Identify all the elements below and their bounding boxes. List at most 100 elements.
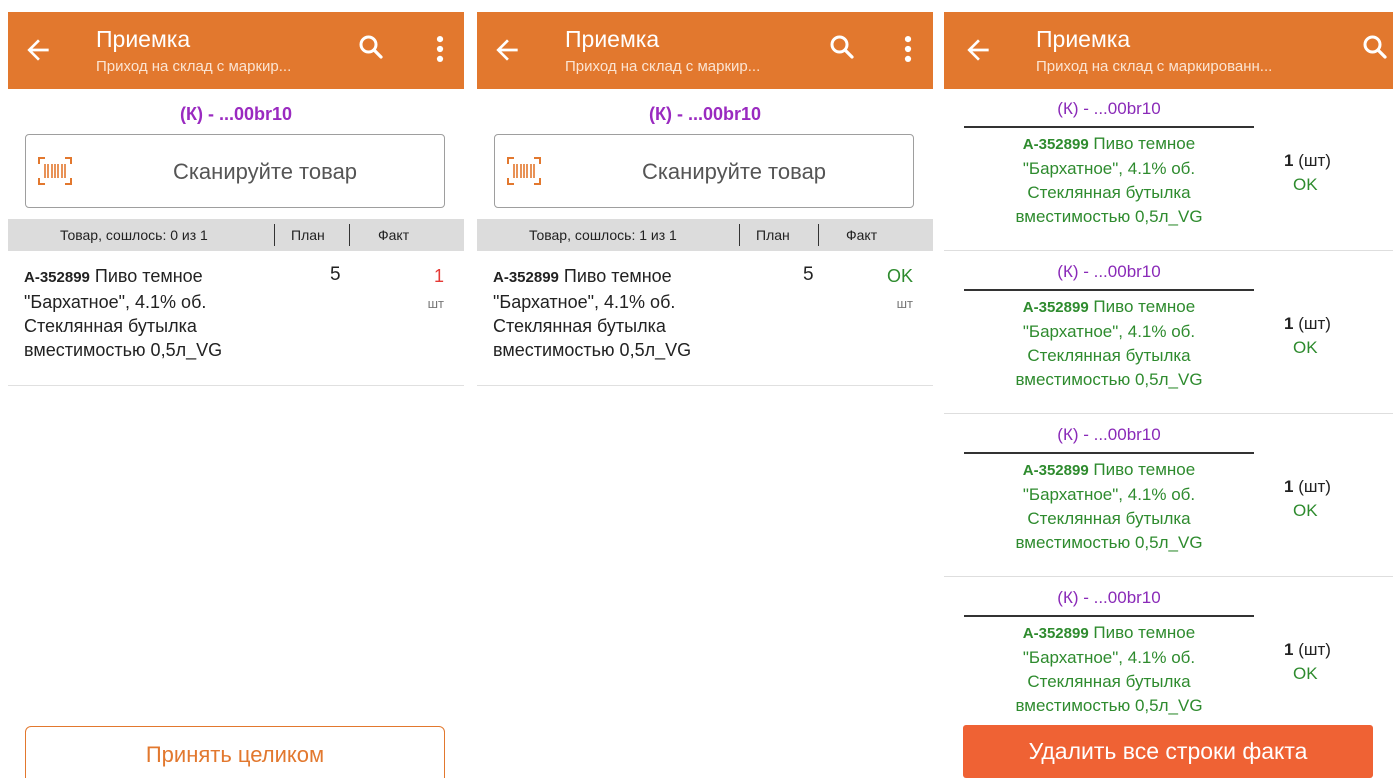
app-bar: Приемка Приход на склад с маркир...	[477, 12, 933, 89]
product-name-line: Пиво темное	[1093, 297, 1196, 316]
app-bar-title: Приемка	[96, 26, 191, 52]
quantity-value: 1	[1284, 477, 1294, 496]
more-vert-icon[interactable]	[898, 32, 918, 66]
unit-label: шт	[427, 296, 444, 311]
quantity-unit: (шт)	[1298, 477, 1331, 496]
app-bar-subtitle: Приход на склад с маркированн...	[1036, 58, 1273, 75]
product-code: А-352899	[1022, 299, 1089, 316]
product-name-line: вместимостью 0,5л_VG	[1015, 207, 1203, 226]
quantity-value: 1	[1284, 151, 1294, 170]
product-description: А-352899 Пиво темное "Бархатное", 4.1% о…	[493, 264, 763, 362]
product-name-line: "Бархатное", 4.1% об.	[493, 292, 676, 312]
arrow-left-icon[interactable]	[22, 34, 54, 66]
product-name-line: вместимостью 0,5л_VG	[1015, 533, 1203, 552]
plan-value: 5	[330, 264, 341, 285]
fact-line-item[interactable]: (К) - ...00br10 А-352899 Пиво темное "Ба…	[944, 252, 1393, 414]
product-description: А-352899 Пиво темное "Бархатное", 4.1% о…	[964, 295, 1254, 392]
product-name-line: "Бархатное", 4.1% об.	[1022, 485, 1196, 504]
fact-column-header: Факт	[846, 227, 878, 243]
app-bar-subtitle: Приход на склад с маркир...	[96, 58, 292, 75]
search-icon[interactable]	[356, 32, 386, 62]
screen-fact-lines: Приемка Приход на склад с маркированн...…	[944, 12, 1393, 778]
product-description: А-352899 Пиво темное "Бархатное", 4.1% о…	[964, 458, 1254, 555]
quantity-value: 1	[1284, 314, 1294, 333]
screen-receiving-initial: Приемка Приход на склад с маркир... (К) …	[8, 12, 464, 778]
marking-code: (К) - ...00br10	[1057, 262, 1161, 281]
search-icon[interactable]	[1360, 32, 1390, 62]
product-name-line: Стеклянная бутылка	[1027, 183, 1191, 202]
delete-all-fact-lines-button[interactable]: Удалить все строки факта	[963, 725, 1373, 778]
scan-product-field[interactable]: Сканируйте товар	[494, 134, 914, 208]
table-header: Товар, сошлось: 1 из 1 План Факт	[477, 219, 933, 251]
fact-line-item[interactable]: (К) - ...00br10 А-352899 Пиво темное "Ба…	[944, 415, 1393, 577]
plan-column-header: План	[756, 227, 790, 243]
product-description: А-352899 Пиво темное "Бархатное", 4.1% о…	[964, 621, 1254, 718]
quantity: 1 (шт)	[1284, 640, 1331, 660]
quantity: 1 (шт)	[1284, 314, 1331, 334]
table-row[interactable]: А-352899 Пиво темное "Бархатное", 4.1% о…	[477, 264, 933, 386]
arrow-left-icon[interactable]	[962, 34, 994, 66]
product-name-line: вместимостью 0,5л_VG	[1015, 696, 1203, 715]
column-divider	[739, 224, 740, 246]
accept-all-button[interactable]: Принять целиком	[25, 726, 445, 778]
product-name-line: Стеклянная бутылка	[24, 316, 197, 336]
marking-code: (К) - ...00br10	[1057, 425, 1161, 444]
divider	[964, 289, 1254, 291]
scan-placeholder: Сканируйте товар	[172, 159, 358, 184]
search-icon[interactable]	[827, 32, 857, 62]
product-name-line: вместимостью 0,5л_VG	[1015, 370, 1203, 389]
table-row[interactable]: А-352899 Пиво темное "Бархатное", 4.1% о…	[8, 264, 464, 386]
plan-value: 5	[803, 264, 814, 285]
divider	[964, 615, 1254, 617]
app-bar: Приемка Приход на склад с маркированн...	[944, 12, 1393, 89]
quantity: 1 (шт)	[1284, 151, 1331, 171]
quantity-unit: (шт)	[1298, 151, 1331, 170]
divider	[964, 126, 1254, 128]
quantity: 1 (шт)	[1284, 477, 1331, 497]
status-ok: OK	[1293, 501, 1318, 520]
fact-line-item[interactable]: (К) - ...00br10 А-352899 Пиво темное "Ба…	[944, 578, 1393, 740]
fact-value: OK	[886, 266, 913, 286]
product-name-line: "Бархатное", 4.1% об.	[1022, 322, 1196, 341]
product-name-line: Стеклянная бутылка	[493, 316, 666, 336]
document-code: (К) - ...00br10	[648, 104, 762, 124]
arrow-left-icon[interactable]	[491, 34, 523, 66]
product-code: А-352899	[1022, 136, 1089, 153]
scan-product-field[interactable]: Сканируйте товар	[25, 134, 445, 208]
fact-value: 1	[433, 266, 444, 286]
app-bar-title: Приемка	[1036, 26, 1131, 52]
product-name-line: вместимостью 0,5л_VG	[24, 340, 223, 360]
product-name-line: Стеклянная бутылка	[1027, 346, 1191, 365]
product-name-line: "Бархатное", 4.1% об.	[24, 292, 207, 312]
product-name-line: Пиво темное	[1093, 460, 1196, 479]
column-divider	[818, 224, 819, 246]
table-header: Товар, сошлось: 0 из 1 План Факт	[8, 219, 464, 251]
unit-label: шт	[896, 296, 913, 311]
product-description: А-352899 Пиво темное "Бархатное", 4.1% о…	[24, 264, 294, 362]
barcode-scan-icon	[507, 157, 541, 185]
goods-column-header: Товар, сошлось: 0 из 1	[60, 227, 208, 243]
quantity-value: 1	[1284, 640, 1294, 659]
scan-placeholder: Сканируйте товар	[641, 159, 827, 184]
status-ok: OK	[1293, 175, 1318, 194]
product-code: А-352899	[1022, 462, 1089, 479]
product-name-line: "Бархатное", 4.1% об.	[1022, 648, 1196, 667]
product-code: А-352899	[1022, 625, 1089, 642]
barcode-scan-icon	[38, 157, 72, 185]
product-name-line: "Бархатное", 4.1% об.	[1022, 159, 1196, 178]
product-name-line: Пиво темное	[1093, 134, 1196, 153]
product-name-line: Пиво темное	[94, 266, 203, 286]
product-code: А-352899	[493, 269, 559, 286]
screen-receiving-matched: Приемка Приход на склад с маркир... (К) …	[477, 12, 933, 778]
column-divider	[274, 224, 275, 246]
marking-code: (К) - ...00br10	[1057, 588, 1161, 607]
product-name-line: Пиво темное	[563, 266, 672, 286]
app-bar: Приемка Приход на склад с маркир...	[8, 12, 464, 89]
app-bar-title: Приемка	[565, 26, 660, 52]
more-vert-icon[interactable]	[430, 32, 450, 66]
divider	[964, 452, 1254, 454]
fact-line-item[interactable]: (К) - ...00br10 А-352899 Пиво темное "Ба…	[944, 89, 1393, 251]
product-name-line: Стеклянная бутылка	[1027, 509, 1191, 528]
product-name-line: вместимостью 0,5л_VG	[493, 340, 692, 360]
column-divider	[349, 224, 350, 246]
